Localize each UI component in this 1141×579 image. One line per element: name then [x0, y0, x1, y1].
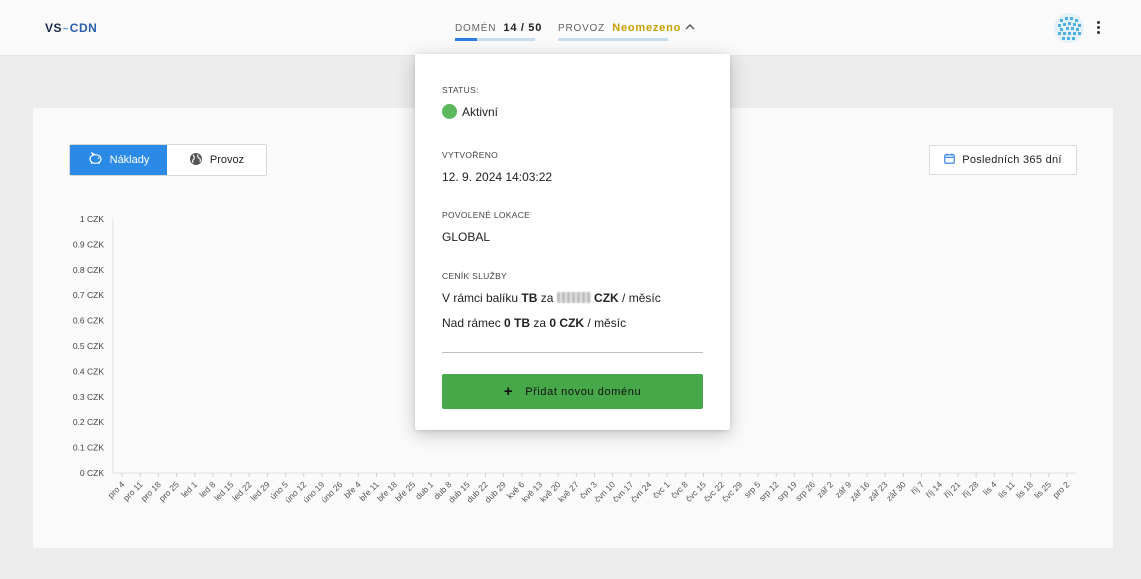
y-tick-label: 0.1 CZK	[73, 443, 105, 453]
x-tick-label: lis 4	[981, 479, 999, 497]
domains-progress	[455, 38, 535, 41]
x-tick-label: pro 2	[1051, 479, 1072, 500]
kebab-menu-icon[interactable]	[1093, 19, 1103, 37]
popover-divider	[442, 352, 703, 353]
x-tick-label: zář 30	[884, 479, 908, 503]
domains-label: DOMÉN	[455, 23, 497, 34]
x-tick-label: bře 25	[393, 479, 417, 503]
x-tick-label: říj 28	[960, 479, 981, 500]
logo-vs: VS	[45, 21, 63, 35]
add-domain-button[interactable]: + Přidat novou doménu	[442, 374, 703, 409]
x-tick-label: lis 25	[1032, 479, 1053, 500]
logo-tilde: ~	[63, 24, 69, 34]
y-tick-label: 0.9 CZK	[73, 239, 105, 249]
x-tick-label: srp 26	[793, 479, 817, 503]
avatar[interactable]	[1054, 13, 1084, 43]
created-value: 12. 9. 2024 14:03:22	[442, 170, 553, 184]
pricing-text: V rámci balíku	[442, 291, 522, 305]
y-tick-label: 0.6 CZK	[73, 316, 105, 326]
locations-value: GLOBAL	[442, 230, 491, 244]
chevron-up-icon[interactable]	[684, 20, 696, 34]
traffic-label: PROVOZ	[558, 23, 606, 34]
status-value: Aktivní	[442, 104, 499, 120]
pricing-text: / měsíc	[584, 316, 627, 330]
pricing-currency: CZK	[594, 291, 619, 305]
x-tick-label: čvc 1	[650, 479, 671, 500]
x-tick-label: čvn 24	[629, 479, 654, 504]
y-tick-label: 1 CZK	[80, 214, 104, 224]
x-tick-label: led 1	[179, 479, 199, 499]
domains-total: 50	[528, 22, 543, 34]
created-label: VYTVOŘENO	[442, 150, 499, 160]
y-tick-label: 0.3 CZK	[73, 392, 105, 402]
traffic-progress	[558, 38, 668, 41]
pricing-text: za	[537, 291, 557, 305]
x-tick-label: led 29	[248, 479, 272, 503]
domains-counter[interactable]: DOMÉN 14 / 50	[455, 22, 542, 34]
y-tick-label: 0.2 CZK	[73, 417, 105, 427]
pricing-package-line: V rámci balíku TB za CZK / měsíc	[442, 291, 661, 305]
pricing-text: Nad rámec	[442, 316, 505, 330]
domains-separator: /	[520, 22, 525, 34]
pricing-label: CENÍK SLUŽBY	[442, 271, 508, 281]
domains-progress-fill	[455, 38, 478, 41]
domains-used: 14	[503, 22, 518, 34]
top-bar: VS~CDN DOMÉN 14 / 50 PROVOZ Neomezeno	[0, 0, 1141, 56]
x-tick-label: kvě 27	[556, 479, 581, 504]
status-label: STATUS:	[442, 85, 479, 95]
logo-cdn: CDN	[69, 21, 98, 35]
locations-label: POVOLENÉ LOKACE	[442, 210, 531, 220]
y-tick-label: 0.7 CZK	[73, 290, 105, 300]
x-tick-label: lis 11	[996, 479, 1017, 500]
x-tick-label: lis 18	[1014, 479, 1035, 500]
logo[interactable]: VS~CDN	[45, 21, 97, 35]
overage-price: 0 CZK	[549, 316, 585, 330]
x-tick-label: říj 21	[942, 479, 963, 500]
pricing-unit: TB	[521, 291, 538, 305]
status-dot	[442, 104, 457, 120]
traffic-value: Neomezeno	[612, 22, 682, 34]
pricing-overage-line: Nad rámec 0 TB za 0 CZK / měsíc	[442, 316, 626, 330]
x-tick-label: dub 1	[413, 479, 435, 501]
status-text: Aktivní	[462, 105, 499, 119]
x-tick-label: čvc 29	[720, 479, 745, 504]
y-tick-label: 0.5 CZK	[73, 341, 105, 351]
pricing-text: za	[530, 316, 550, 330]
x-tick-label: led 22	[230, 479, 254, 503]
x-tick-label: říj 14	[924, 479, 945, 500]
add-domain-label: Přidat novou doménu	[525, 385, 642, 398]
cdn-info-popover: STATUS: Aktivní VYTVOŘENO 12. 9. 2024 14…	[415, 54, 730, 430]
y-tick-label: 0.8 CZK	[73, 265, 105, 275]
traffic-counter[interactable]: PROVOZ Neomezeno	[558, 22, 681, 34]
overage-amount: 0 TB	[504, 316, 531, 330]
redacted-price	[556, 292, 591, 304]
y-tick-label: 0.4 CZK	[73, 366, 105, 376]
x-tick-label: zář 2	[815, 479, 836, 500]
pricing-text: / měsíc	[618, 291, 661, 305]
x-tick-label: led 15	[212, 479, 236, 503]
y-tick-label: 0 CZK	[80, 468, 104, 478]
plus-icon: +	[503, 383, 514, 400]
x-tick-label: pro 25	[157, 479, 181, 503]
